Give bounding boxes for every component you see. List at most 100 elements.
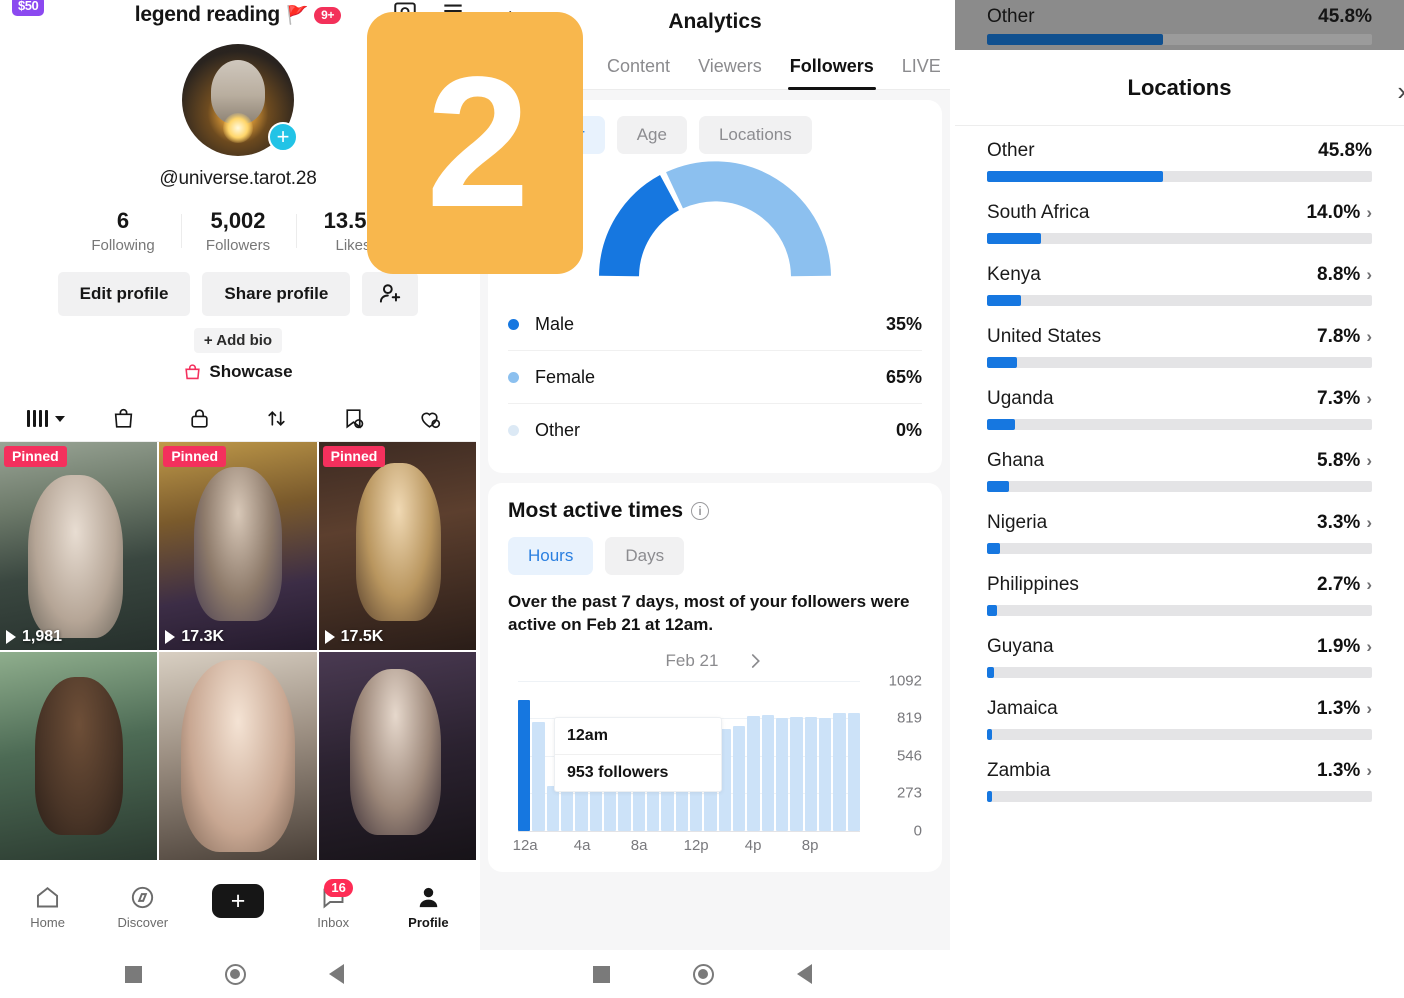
chart-bar[interactable] xyxy=(732,725,746,831)
location-name: Guyana xyxy=(987,636,1054,657)
play-icon xyxy=(324,630,335,644)
chart-bar[interactable] xyxy=(518,699,531,831)
tab-reposts[interactable] xyxy=(238,406,315,431)
video-tile[interactable] xyxy=(318,652,476,860)
chevron-right-icon[interactable]: › xyxy=(1366,637,1372,657)
tab-grid-posts[interactable] xyxy=(8,410,85,427)
toggle-hours[interactable]: Hours xyxy=(508,537,594,575)
tab-create[interactable]: + xyxy=(190,884,285,918)
add-friend-plus-icon[interactable]: + xyxy=(268,122,298,152)
chevron-right-icon[interactable]: › xyxy=(1366,203,1372,223)
location-row[interactable]: Philippines 2.7% › xyxy=(987,574,1372,616)
tab-content[interactable]: Content xyxy=(593,44,684,90)
chevron-right-icon[interactable]: › xyxy=(1366,575,1372,595)
gender-row-other: Other 0% xyxy=(508,404,922,457)
chart-bar[interactable] xyxy=(761,714,774,831)
chart-bar[interactable] xyxy=(632,785,645,831)
stat-followers[interactable]: 5,002 Followers xyxy=(180,208,296,254)
info-circle-icon[interactable]: i xyxy=(691,502,710,520)
recents-square-icon[interactable] xyxy=(592,965,610,983)
edit-profile-button[interactable]: Edit profile xyxy=(57,272,191,316)
chart-bar[interactable] xyxy=(790,716,803,831)
back-triangle-icon[interactable] xyxy=(796,964,812,984)
chart-bar[interactable] xyxy=(818,717,832,831)
chevron-right-icon[interactable]: › xyxy=(1366,451,1372,471)
profile-username-title[interactable]: legend reading 🚩 9+ xyxy=(135,3,342,27)
chart-bar[interactable] xyxy=(589,785,602,831)
share-profile-button[interactable]: Share profile xyxy=(202,272,351,316)
tab-live[interactable]: LIVE xyxy=(888,44,950,90)
avatar-container[interactable]: + xyxy=(182,44,298,156)
location-row[interactable]: United States 7.8% › xyxy=(987,326,1372,368)
reposts-icon xyxy=(268,411,285,426)
tab-label: Inbox xyxy=(317,915,350,930)
location-row[interactable]: South Africa 14.0% › xyxy=(987,202,1372,244)
tab-followers[interactable]: Followers xyxy=(776,44,888,90)
video-tile[interactable] xyxy=(159,652,317,860)
chip-locations[interactable]: Locations xyxy=(698,116,812,154)
chart-bar[interactable] xyxy=(546,785,559,831)
gender-label: Other xyxy=(535,420,581,440)
chart-bar[interactable] xyxy=(560,785,574,831)
chevron-right-icon[interactable]: › xyxy=(1397,76,1404,107)
chart-bar[interactable] xyxy=(575,785,588,831)
tooltip-followers: 953 followers xyxy=(567,763,669,781)
location-row[interactable]: Kenya 8.8% › xyxy=(987,264,1372,306)
nav-group-left xyxy=(0,950,468,998)
tab-viewers[interactable]: Viewers xyxy=(684,44,776,90)
tab-private[interactable] xyxy=(161,406,238,431)
chip-age[interactable]: Age xyxy=(616,116,687,154)
tab-liked[interactable] xyxy=(391,406,468,431)
video-tile[interactable] xyxy=(0,652,158,860)
location-row[interactable]: Uganda 7.3% › xyxy=(987,388,1372,430)
chart-bar[interactable] xyxy=(603,785,617,831)
tab-inbox[interactable]: 16 Inbox xyxy=(286,879,381,930)
add-bio-button[interactable]: + Add bio xyxy=(193,328,283,353)
video-tile[interactable]: Pinned 17.3K xyxy=(159,442,317,650)
location-row[interactable]: Ghana 5.8% › xyxy=(987,450,1372,492)
tab-shop[interactable] xyxy=(85,406,162,431)
video-tile[interactable]: Pinned 1,981 xyxy=(0,442,158,650)
back-triangle-icon[interactable] xyxy=(328,964,344,984)
notification-count-badge[interactable]: 9+ xyxy=(314,6,342,24)
chevron-right-icon[interactable]: › xyxy=(1366,513,1372,533)
location-row[interactable]: Guyana 1.9% › xyxy=(987,636,1372,678)
location-row[interactable]: Nigeria 3.3% › xyxy=(987,512,1372,554)
chart-bar[interactable] xyxy=(833,713,846,831)
chevron-right-icon[interactable]: › xyxy=(1366,389,1372,409)
chart-bar[interactable] xyxy=(804,716,817,831)
location-row[interactable]: Jamaica 1.3% › xyxy=(987,698,1372,740)
toggle-days[interactable]: Days xyxy=(605,537,685,575)
gender-value: 35% xyxy=(885,313,922,334)
chevron-right-icon[interactable]: › xyxy=(1366,327,1372,347)
location-row[interactable]: Zambia 1.3% › xyxy=(987,760,1372,802)
chart-tooltip: 12am 953 followers xyxy=(554,716,722,792)
chart-bar[interactable] xyxy=(775,718,789,831)
locations-header: Locations › xyxy=(955,50,1404,126)
home-circle-icon[interactable] xyxy=(692,963,714,985)
chevron-right-icon[interactable]: › xyxy=(1366,699,1372,719)
pinned-badge: Pinned xyxy=(322,446,386,467)
tab-discover[interactable]: Discover xyxy=(95,884,190,930)
video-tile[interactable]: Pinned 17.5K xyxy=(318,442,476,650)
tab-home[interactable]: Home xyxy=(0,884,95,930)
add-person-button[interactable] xyxy=(362,272,419,316)
chart-bar[interactable] xyxy=(847,713,860,831)
tab-saved[interactable] xyxy=(315,406,392,431)
chevron-right-icon[interactable]: › xyxy=(1366,265,1372,285)
location-row[interactable]: Other 45.8% xyxy=(987,140,1372,182)
home-circle-icon[interactable] xyxy=(224,963,246,985)
stat-following[interactable]: 6 Following xyxy=(66,208,181,254)
chevron-right-icon[interactable] xyxy=(746,652,764,670)
chevron-right-icon[interactable]: › xyxy=(1366,761,1372,781)
chart-bar[interactable] xyxy=(532,722,545,831)
location-name: Ghana xyxy=(987,450,1045,471)
chart-bar[interactable] xyxy=(747,715,760,831)
create-plus-icon[interactable]: + xyxy=(208,884,268,918)
coin-balance-badge[interactable]: $50 xyxy=(12,0,45,16)
showcase-link[interactable]: Showcase xyxy=(183,362,293,382)
recents-square-icon[interactable] xyxy=(124,965,142,983)
chart-bar[interactable] xyxy=(618,785,631,831)
tab-label: Discover xyxy=(117,915,169,930)
tab-profile[interactable]: Profile xyxy=(381,884,476,930)
